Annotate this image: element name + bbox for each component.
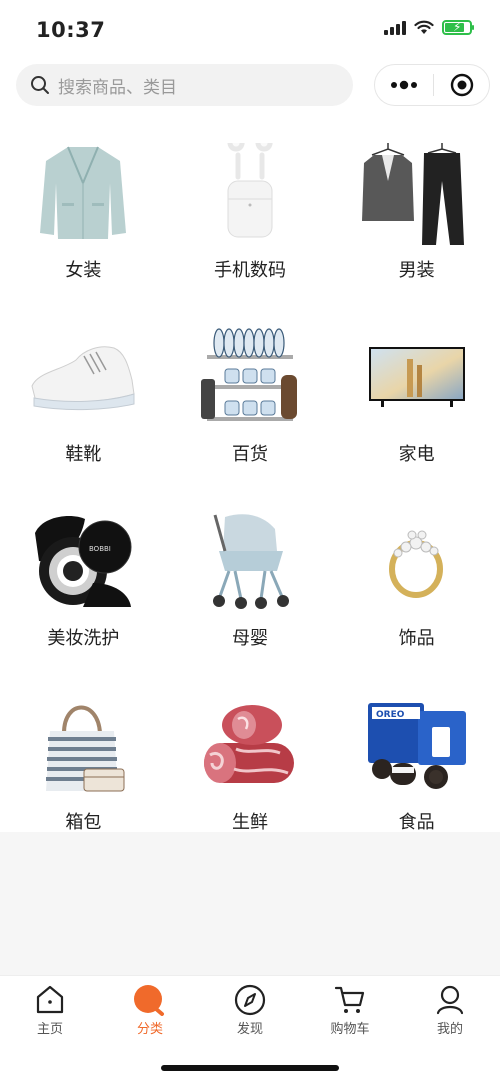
tab-profile[interactable]: 我的 xyxy=(400,976,500,1044)
category-item[interactable]: 母婴 xyxy=(167,506,334,650)
category-grid: 女装 手机数码 男装 鞋靴 百货 家电 BOBBI 美妆洗护 母婴 饰品 箱包 … xyxy=(0,138,500,834)
tab-discover[interactable]: 发现 xyxy=(200,976,300,1044)
category-label: 美妆洗护 xyxy=(47,628,120,649)
target-close-icon xyxy=(450,73,473,97)
category-item[interactable]: 百货 xyxy=(167,322,334,466)
category-label: 百货 xyxy=(231,444,268,465)
tab-label: 发现 xyxy=(236,1022,263,1037)
category-item[interactable]: 生鲜 xyxy=(167,690,334,834)
search-input[interactable]: 搜索商品、类目 xyxy=(58,73,177,98)
category-label: 食品 xyxy=(398,812,435,833)
status-bar: 10:37 ⚡ xyxy=(0,0,500,60)
status-icons: ⚡ xyxy=(384,20,474,35)
category-label: 箱包 xyxy=(65,812,102,833)
battery-icon: ⚡ xyxy=(442,20,474,35)
category-label: 饰品 xyxy=(398,628,435,649)
svg-text:OREO: OREO xyxy=(376,710,405,720)
cookies-image: OREO xyxy=(362,690,472,800)
tab-label: 分类 xyxy=(136,1022,163,1037)
tab-label: 我的 xyxy=(436,1022,463,1037)
category-item[interactable]: 女装 xyxy=(0,138,167,282)
tab-category[interactable]: 分类 xyxy=(100,976,200,1044)
meat-roll-image xyxy=(195,690,305,800)
ring-image xyxy=(362,506,472,616)
category-label: 生鲜 xyxy=(231,812,268,833)
tab-label: 主页 xyxy=(36,1022,63,1037)
home-indicator xyxy=(161,1065,339,1071)
category-label: 家电 xyxy=(398,444,435,465)
compass-icon xyxy=(234,984,266,1016)
tab-label: 购物车 xyxy=(330,1022,370,1037)
home-icon xyxy=(36,985,64,1014)
category-item[interactable]: 饰品 xyxy=(333,506,500,650)
tab-cart[interactable]: 购物车 xyxy=(300,976,400,1044)
category-label: 男装 xyxy=(398,260,435,281)
svg-text:BOBBI: BOBBI xyxy=(89,545,111,553)
category-label: 母婴 xyxy=(231,628,268,649)
tote-bag-image xyxy=(28,690,138,800)
category-item[interactable]: 家电 xyxy=(333,322,500,466)
earbuds-image xyxy=(195,138,305,248)
blazer-image xyxy=(28,138,138,248)
tab-home[interactable]: 主页 xyxy=(0,976,100,1044)
close-miniprogram-button[interactable] xyxy=(434,65,489,105)
signal-icon xyxy=(384,20,406,35)
profile-icon xyxy=(436,985,464,1015)
category-item[interactable]: 男装 xyxy=(333,138,500,282)
search-icon xyxy=(31,76,49,94)
miniprogram-capsule xyxy=(374,64,490,106)
wifi-icon xyxy=(414,20,434,34)
status-time: 10:37 xyxy=(36,18,106,42)
more-button[interactable] xyxy=(375,65,433,105)
search-bar[interactable]: 搜索商品、类目 xyxy=(16,64,353,106)
category-item[interactable]: BOBBI 美妆洗护 xyxy=(0,506,167,650)
dish-rack-image xyxy=(195,322,305,432)
category-label: 鞋靴 xyxy=(65,444,102,465)
category-icon xyxy=(134,985,164,1016)
category-label: 手机数码 xyxy=(213,260,286,281)
sneaker-image xyxy=(28,322,138,432)
stroller-image xyxy=(195,506,305,616)
more-dots-icon xyxy=(391,80,417,90)
category-item[interactable]: OREO 食品 xyxy=(333,690,500,834)
empty-area xyxy=(0,832,500,975)
category-item[interactable]: 手机数码 xyxy=(167,138,334,282)
category-item[interactable]: 鞋靴 xyxy=(0,322,167,466)
cart-icon xyxy=(334,986,365,1013)
category-item[interactable]: 箱包 xyxy=(0,690,167,834)
category-label: 女装 xyxy=(65,260,102,281)
tv-image xyxy=(362,322,472,432)
cosmetic-jar-image: BOBBI xyxy=(28,506,138,616)
suit-image xyxy=(361,138,472,248)
